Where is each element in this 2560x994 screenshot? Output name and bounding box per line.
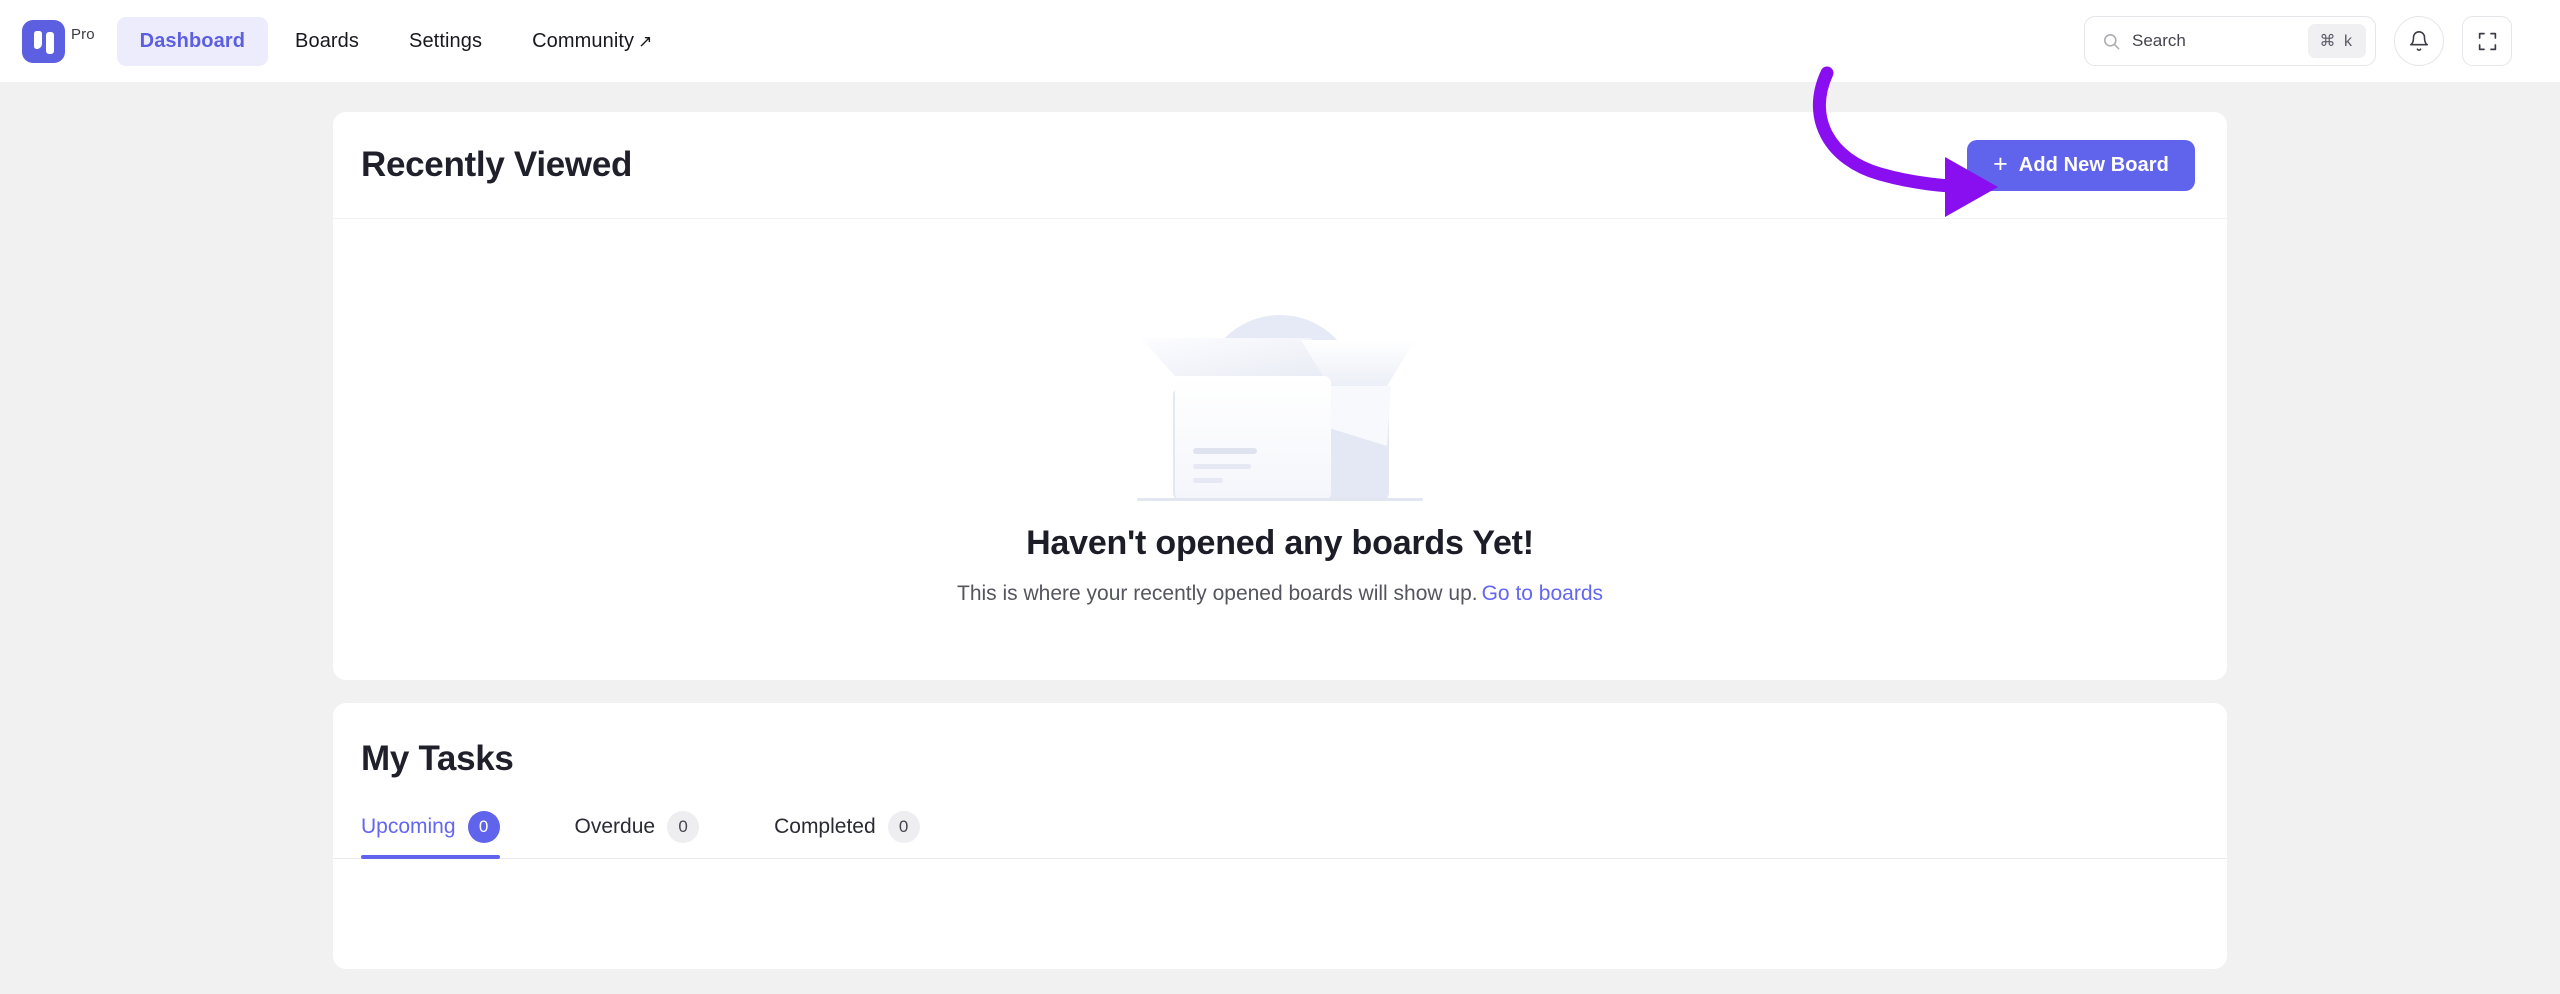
recently-viewed-empty-state: Haven't opened any boards Yet! This is w…: [333, 219, 2227, 680]
page-content: Recently Viewed + Add New Board Haven't …: [0, 82, 2560, 969]
my-tasks-title: My Tasks: [361, 739, 514, 778]
empty-state-title: Haven't opened any boards Yet!: [1026, 523, 1534, 562]
top-navbar: Pro Dashboard Boards Settings Community ↗…: [0, 0, 2560, 82]
open-box-illustration: [1137, 314, 1423, 501]
search-icon: [2103, 33, 2120, 49]
plan-badge: Pro: [71, 25, 95, 43]
search-shortcut-badge: ⌘ k: [2307, 24, 2366, 58]
my-tasks-tabs: Upcoming 0 Overdue 0 Completed 0: [333, 811, 2227, 859]
navbar-actions: Search ⌘ k: [2084, 16, 2512, 66]
empty-state-subtitle: This is where your recently opened board…: [957, 582, 1603, 606]
tab-completed-count: 0: [887, 811, 920, 843]
plus-icon: +: [1993, 149, 2008, 178]
recently-viewed-card: Recently Viewed + Add New Board Haven't …: [333, 112, 2227, 680]
fullscreen-button[interactable]: [2462, 16, 2512, 66]
tab-overdue[interactable]: Overdue 0: [575, 811, 724, 858]
tab-upcoming-count: 0: [467, 811, 500, 843]
tab-completed-label: Completed: [774, 815, 876, 838]
add-new-board-button[interactable]: + Add New Board: [1967, 139, 2195, 191]
tab-completed[interactable]: Completed 0: [774, 811, 944, 858]
external-link-icon: ↗: [638, 31, 653, 51]
search-placeholder: Search: [2132, 31, 2186, 50]
tab-overdue-label: Overdue: [574, 815, 656, 838]
empty-state-subtitle-text: This is where your recently opened board…: [957, 581, 1478, 605]
tab-upcoming-label: Upcoming: [361, 815, 456, 838]
bell-icon: [2409, 31, 2429, 51]
nav-item-boards-label: Boards: [295, 29, 360, 52]
recently-viewed-header: Recently Viewed + Add New Board: [333, 112, 2227, 219]
my-tasks-header: My Tasks: [333, 703, 2227, 779]
nav-item-dashboard-label: Dashboard: [139, 29, 246, 52]
my-tasks-card: My Tasks Upcoming 0 Overdue 0 Completed …: [333, 703, 2227, 969]
brand[interactable]: Pro: [22, 19, 95, 63]
my-tasks-list: [333, 859, 2227, 969]
page-title: Recently Viewed: [361, 145, 633, 184]
nav-item-dashboard[interactable]: Dashboard: [116, 16, 269, 66]
nav-item-community-label: Community: [532, 29, 635, 52]
fullscreen-icon: [2478, 32, 2496, 50]
notifications-button[interactable]: [2394, 16, 2444, 66]
nav-item-settings-label: Settings: [409, 29, 483, 52]
search-input[interactable]: Search ⌘ k: [2084, 16, 2376, 66]
nav-item-settings[interactable]: Settings: [386, 17, 505, 66]
nav-item-boards[interactable]: Boards: [272, 17, 382, 66]
primary-nav: Dashboard Boards Settings Community ↗: [116, 16, 676, 66]
nav-item-community[interactable]: Community ↗: [509, 17, 675, 66]
go-to-boards-link[interactable]: Go to boards: [1482, 582, 1603, 605]
tab-overdue-count: 0: [667, 811, 700, 843]
tab-upcoming[interactable]: Upcoming 0: [361, 811, 524, 859]
logo-bar-left: [33, 30, 42, 49]
logo-bar-right: [45, 31, 54, 54]
add-new-board-label: Add New Board: [2018, 153, 2169, 176]
app-logo-icon[interactable]: [22, 19, 65, 63]
